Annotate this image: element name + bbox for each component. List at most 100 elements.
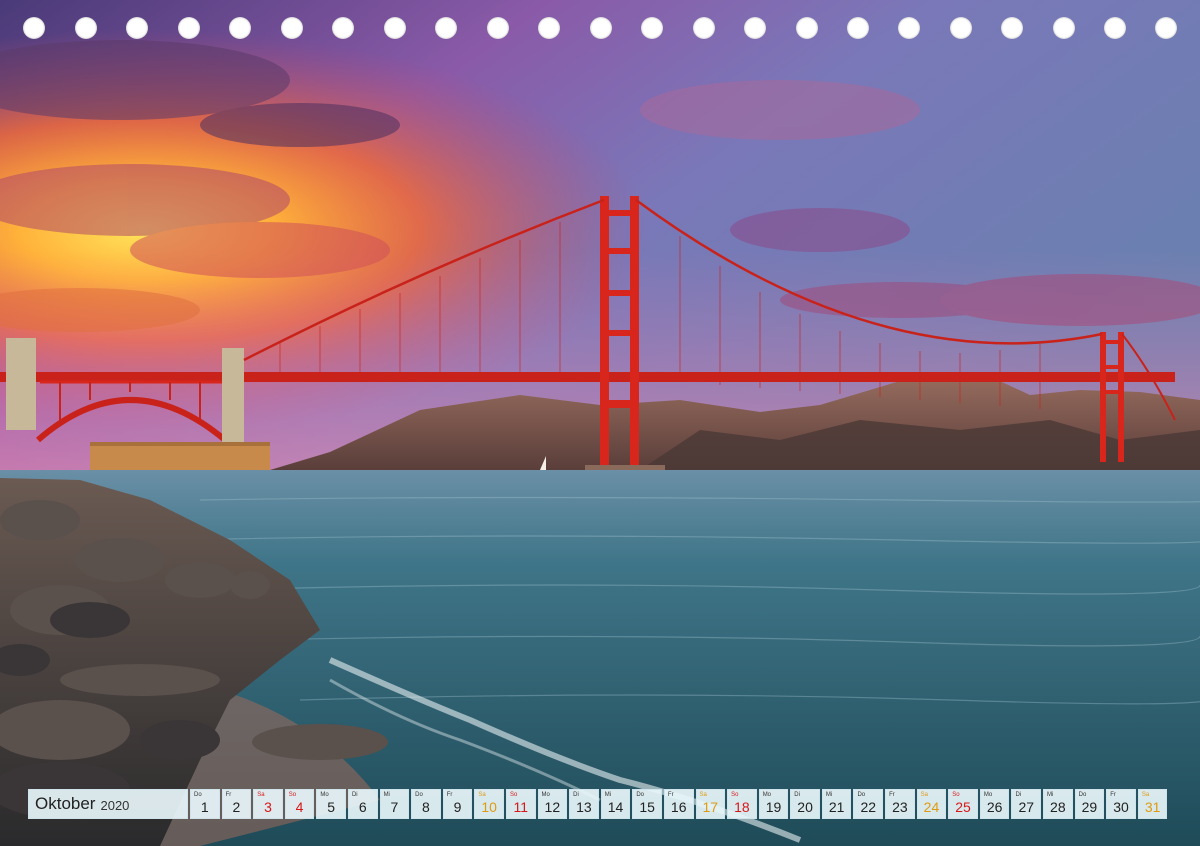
weekday-label: Do (636, 792, 644, 798)
day-cell: Mi 28 (1043, 789, 1073, 819)
day-number: 17 (702, 799, 719, 815)
weekday-label: So (952, 792, 960, 798)
day-cell: Mi 14 (600, 789, 631, 819)
day-number: 27 (1018, 799, 1035, 815)
day-number: 21 (828, 799, 845, 815)
weekday-label: Sa (699, 792, 707, 798)
weekday-label: Sa (257, 792, 265, 798)
golden-gate-bridge-photo (0, 0, 1200, 846)
day-number: 5 (327, 799, 336, 815)
day-cell: Sa 10 (474, 789, 504, 819)
day-number: 20 (797, 799, 813, 815)
day-cell: Sa 24 (916, 789, 947, 819)
binding-hole (384, 17, 406, 39)
day-number: 3 (264, 799, 272, 815)
year-label: 2020 (100, 797, 130, 813)
binding-hole (1104, 17, 1126, 39)
day-number: 12 (544, 799, 561, 815)
day-cell: Sa 31 (1137, 789, 1168, 819)
weekday-label: Do (415, 792, 423, 798)
day-number: 16 (670, 799, 687, 815)
day-cell: So 4 (284, 789, 315, 819)
weekday-label: Fr (1110, 792, 1116, 798)
binding-hole (332, 17, 354, 39)
weekday-label: Mo (541, 792, 550, 798)
binding-hole (693, 17, 715, 39)
weekday-label: Sa (1141, 792, 1150, 798)
day-number: 25 (955, 799, 971, 815)
day-cell: Di 27 (1011, 789, 1042, 819)
day-cell: Mo 19 (758, 789, 789, 819)
binding-hole (75, 17, 97, 39)
day-cell: Di 6 (347, 789, 378, 819)
day-number: 30 (1113, 799, 1129, 815)
weekday-label: So (288, 792, 297, 798)
day-cells: Do 1 Fr 2 Sa 3 So 4 Mo 5 Di 6 Mi 7 Do 8 Fr 9 Sa 10 So 11 Mo 12 D… (190, 789, 1169, 819)
day-number: 18 (734, 799, 750, 815)
day-cell: Do 8 (411, 789, 441, 819)
day-cell: Do 1 (190, 789, 220, 819)
day-number: 23 (892, 799, 908, 815)
weekday-label: Do (194, 792, 202, 798)
binding-hole (950, 17, 972, 39)
day-number: 6 (358, 799, 367, 815)
day-cell: Sa 17 (695, 789, 726, 819)
weekday-label: Fr (446, 792, 453, 798)
day-number: 28 (1050, 799, 1066, 815)
weekday-label: So (509, 792, 518, 798)
binding-hole (538, 17, 560, 39)
binding-hole (590, 17, 612, 39)
weekday-label: Sa (478, 792, 486, 798)
weekday-label: Di (1015, 792, 1022, 798)
weekday-label: Di (573, 792, 579, 798)
weekday-label: Mi (1047, 792, 1054, 798)
day-number: 29 (1081, 799, 1098, 815)
binding-hole (435, 17, 457, 39)
day-cell: Fr 16 (663, 789, 694, 819)
day-cell: Mi 7 (379, 789, 410, 819)
day-cell: Do 15 (632, 789, 662, 819)
binding-hole (487, 17, 509, 39)
day-number: 14 (607, 799, 624, 815)
day-number: 10 (481, 799, 497, 815)
weekday-label: Mi (383, 792, 390, 798)
day-number: 26 (986, 799, 1003, 815)
weekday-label: Fr (667, 792, 674, 798)
binding-hole (796, 17, 818, 39)
day-number: 22 (860, 799, 877, 815)
day-cell: Fr 2 (221, 789, 252, 819)
day-cell: Do 29 (1074, 789, 1105, 819)
calendar-strip: Oktober 2020 Do 1 Fr 2 Sa 3 So 4 Mo 5 Di 6 Mi 7 Do 8 Fr 9… (28, 789, 1169, 819)
day-number: 1 (200, 799, 209, 815)
month-label-cell: Oktober 2020 (28, 789, 188, 819)
day-cell: So 11 (505, 789, 536, 819)
weekday-label: Fr (225, 792, 232, 798)
binding-hole (229, 17, 251, 39)
day-number: 31 (1144, 799, 1161, 815)
day-cell: Mi 21 (821, 789, 852, 819)
day-cell: So 18 (727, 789, 757, 819)
day-cell: Di 13 (569, 789, 599, 819)
binding-hole (126, 17, 148, 39)
day-number: 2 (232, 799, 241, 815)
weekday-label: So (731, 792, 739, 798)
weekday-label: Mi (825, 792, 833, 798)
day-cell: Fr 30 (1106, 789, 1136, 819)
weekday-label: Sa (920, 792, 928, 798)
weekday-label: Mo (762, 792, 772, 798)
day-number: 15 (639, 799, 655, 815)
binding-hole (1053, 17, 1075, 39)
binding-hole (898, 17, 920, 39)
day-number: 7 (390, 799, 399, 815)
binding-hole (744, 17, 766, 39)
day-cell: Sa 3 (253, 789, 283, 819)
weekday-label: Di (351, 792, 358, 798)
day-cell: Fr 23 (885, 789, 915, 819)
binding-hole (178, 17, 200, 39)
day-number: 19 (765, 799, 782, 815)
day-number: 11 (513, 799, 528, 815)
month-name: Oktober (35, 794, 96, 813)
day-number: 13 (576, 799, 592, 815)
day-number: 9 (453, 799, 462, 815)
weekday-label: Fr (889, 792, 895, 798)
